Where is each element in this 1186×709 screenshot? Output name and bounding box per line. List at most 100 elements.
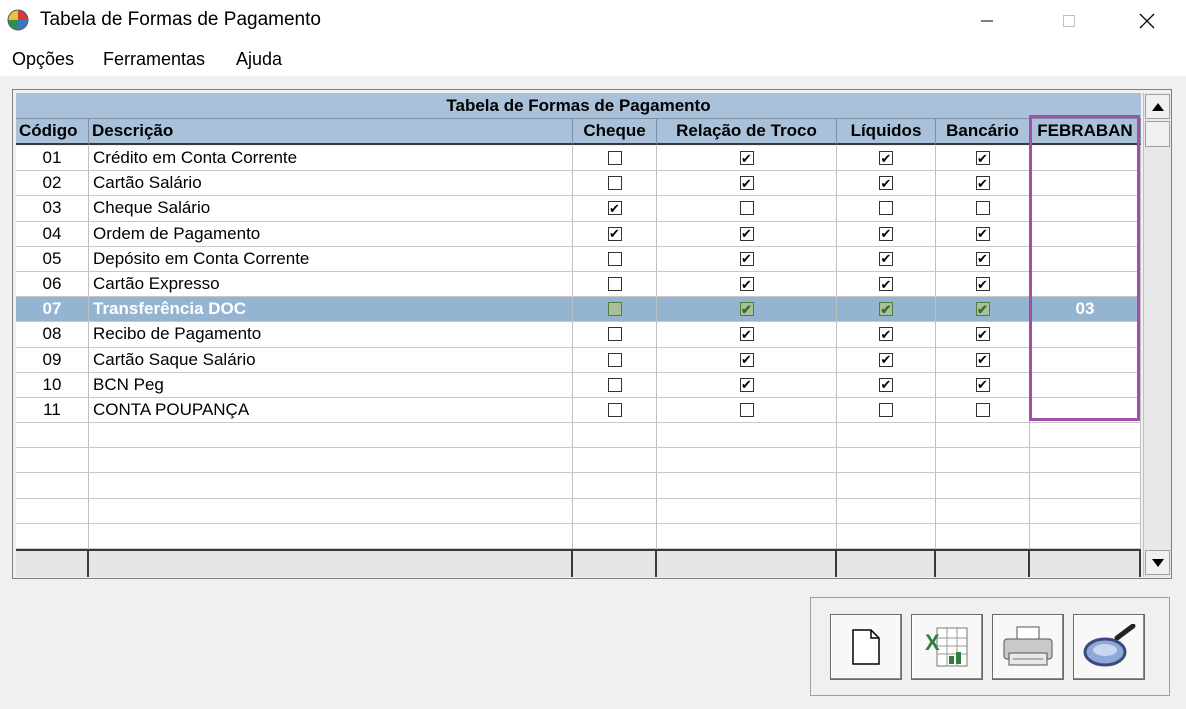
- relacao-troco-checkbox-cell: [657, 397, 837, 423]
- empty-table-row[interactable]: [16, 523, 1141, 549]
- bancario-checkbox[interactable]: [975, 402, 990, 417]
- liquidos-checkbox[interactable]: [879, 201, 893, 216]
- relacao-troco-checkbox[interactable]: ✔: [739, 226, 754, 241]
- liquidos-checkbox[interactable]: ✔: [879, 352, 893, 367]
- col-header-codigo[interactable]: Código: [16, 119, 89, 145]
- empty-table-row[interactable]: [16, 448, 1141, 474]
- row-code: 02: [16, 171, 89, 196]
- relacao-troco-checkbox[interactable]: [739, 402, 754, 417]
- empty-cell: [16, 498, 89, 523]
- liquidos-checkbox-cell: ✔: [837, 171, 936, 196]
- col-header-liquidos[interactable]: Líquidos: [837, 119, 936, 145]
- empty-cell: [936, 523, 1030, 548]
- table-row[interactable]: 04 Ordem de Pagamento ✔ ✔ ✔ ✔: [16, 221, 1141, 247]
- bancario-checkbox-cell: ✔: [936, 146, 1030, 171]
- arrow-down-icon: [1151, 558, 1164, 567]
- empty-cell: [573, 498, 657, 523]
- relacao-troco-checkbox[interactable]: ✔: [739, 377, 754, 392]
- bancario-checkbox[interactable]: ✔: [975, 352, 990, 367]
- menu-ferramentas[interactable]: Ferramentas: [103, 49, 205, 70]
- printer-icon: [1003, 626, 1053, 666]
- relacao-troco-checkbox[interactable]: ✔: [739, 352, 754, 367]
- liquidos-checkbox[interactable]: ✔: [879, 302, 893, 317]
- bancario-checkbox[interactable]: ✔: [975, 251, 990, 266]
- relacao-troco-checkbox[interactable]: ✔: [739, 176, 754, 191]
- cheque-checkbox[interactable]: [607, 302, 622, 317]
- empty-table-row[interactable]: [16, 423, 1141, 449]
- cheque-checkbox[interactable]: [607, 402, 622, 417]
- relacao-troco-checkbox[interactable]: ✔: [739, 251, 754, 266]
- maximize-button[interactable]: [1046, 0, 1092, 42]
- minimize-button[interactable]: [964, 0, 1010, 42]
- empty-table-row[interactable]: [16, 473, 1141, 499]
- relacao-troco-checkbox[interactable]: [739, 201, 754, 216]
- bancario-checkbox[interactable]: [975, 201, 990, 216]
- table-row[interactable]: 11 CONTA POUPANÇA: [16, 397, 1141, 424]
- cheque-checkbox[interactable]: [607, 327, 622, 342]
- relacao-troco-checkbox-cell: ✔: [657, 271, 837, 297]
- table-row[interactable]: 08 Recibo de Pagamento ✔ ✔ ✔: [16, 322, 1141, 348]
- table-row[interactable]: 02 Cartão Salário ✔ ✔ ✔: [16, 171, 1141, 197]
- scroll-down-button[interactable]: [1145, 550, 1170, 575]
- table-row[interactable]: 10 BCN Peg ✔ ✔ ✔: [16, 372, 1141, 398]
- row-code: 04: [16, 221, 89, 246]
- col-header-bancario[interactable]: Bancário: [936, 119, 1030, 145]
- bancario-checkbox[interactable]: ✔: [975, 327, 990, 342]
- relacao-troco-checkbox[interactable]: ✔: [739, 302, 754, 317]
- relacao-troco-checkbox[interactable]: ✔: [739, 327, 754, 342]
- bancario-checkbox[interactable]: ✔: [975, 277, 990, 292]
- relacao-troco-checkbox-cell: ✔: [657, 221, 837, 246]
- scroll-up-button[interactable]: [1145, 94, 1170, 119]
- cheque-checkbox[interactable]: [607, 377, 622, 392]
- bancario-checkbox-cell: [936, 397, 1030, 423]
- bancario-checkbox[interactable]: ✔: [975, 377, 990, 392]
- table-row[interactable]: 09 Cartão Saque Salário ✔ ✔ ✔: [16, 347, 1141, 373]
- bancario-checkbox[interactable]: ✔: [975, 302, 990, 317]
- table-row[interactable]: 03 Cheque Salário ✔: [16, 196, 1141, 222]
- cheque-checkbox[interactable]: [607, 352, 622, 367]
- export-excel-button[interactable]: X: [911, 614, 983, 680]
- col-header-cheque[interactable]: Cheque: [573, 119, 657, 145]
- relacao-troco-checkbox[interactable]: ✔: [739, 277, 754, 292]
- vertical-scrollbar[interactable]: [1143, 93, 1171, 577]
- liquidos-checkbox[interactable]: ✔: [879, 251, 893, 266]
- bancario-checkbox[interactable]: ✔: [975, 151, 990, 166]
- row-description: Cheque Salário: [89, 196, 573, 221]
- app-globe-icon: [7, 9, 29, 31]
- menu-ajuda[interactable]: Ajuda: [236, 49, 282, 70]
- col-header-relacao-troco[interactable]: Relação de Troco: [657, 119, 837, 145]
- liquidos-checkbox[interactable]: ✔: [879, 377, 893, 392]
- empty-cell: [89, 498, 573, 523]
- table-row[interactable]: 01 Crédito em Conta Corrente ✔ ✔ ✔: [16, 146, 1141, 172]
- empty-cell: [657, 448, 837, 473]
- table-row[interactable]: 05 Depósito em Conta Corrente ✔ ✔ ✔: [16, 246, 1141, 272]
- relacao-troco-checkbox[interactable]: ✔: [739, 151, 754, 166]
- row-description: Cartão Salário: [89, 171, 573, 196]
- close-button[interactable]: [1124, 0, 1170, 42]
- new-document-button[interactable]: [830, 614, 902, 680]
- liquidos-checkbox[interactable]: ✔: [879, 151, 893, 166]
- col-header-descricao[interactable]: Descrição: [89, 119, 573, 145]
- liquidos-checkbox[interactable]: ✔: [879, 226, 893, 241]
- table-row[interactable]: 06 Cartão Expresso ✔ ✔ ✔: [16, 271, 1141, 298]
- print-button[interactable]: [992, 614, 1064, 680]
- cheque-checkbox[interactable]: ✔: [607, 201, 622, 216]
- cheque-checkbox[interactable]: [607, 176, 622, 191]
- bancario-checkbox[interactable]: ✔: [975, 226, 990, 241]
- scroll-thumb[interactable]: [1145, 121, 1170, 147]
- cheque-checkbox[interactable]: [607, 151, 622, 166]
- relacao-troco-checkbox-cell: ✔: [657, 297, 837, 322]
- cheque-checkbox[interactable]: [607, 277, 622, 292]
- liquidos-checkbox[interactable]: ✔: [879, 176, 893, 191]
- empty-table-row[interactable]: [16, 498, 1141, 524]
- liquidos-checkbox[interactable]: [879, 402, 893, 417]
- bancario-checkbox[interactable]: ✔: [975, 176, 990, 191]
- cheque-checkbox[interactable]: [607, 251, 622, 266]
- search-button[interactable]: [1073, 614, 1145, 680]
- liquidos-checkbox[interactable]: ✔: [879, 327, 893, 342]
- menu-opcoes[interactable]: Opções: [12, 49, 74, 70]
- liquidos-checkbox[interactable]: ✔: [879, 277, 893, 292]
- bancario-checkbox-cell: ✔: [936, 221, 1030, 246]
- table-row-selected[interactable]: 07 Transferência DOC ✔ ✔ ✔ 03: [16, 297, 1141, 323]
- cheque-checkbox[interactable]: ✔: [607, 226, 622, 241]
